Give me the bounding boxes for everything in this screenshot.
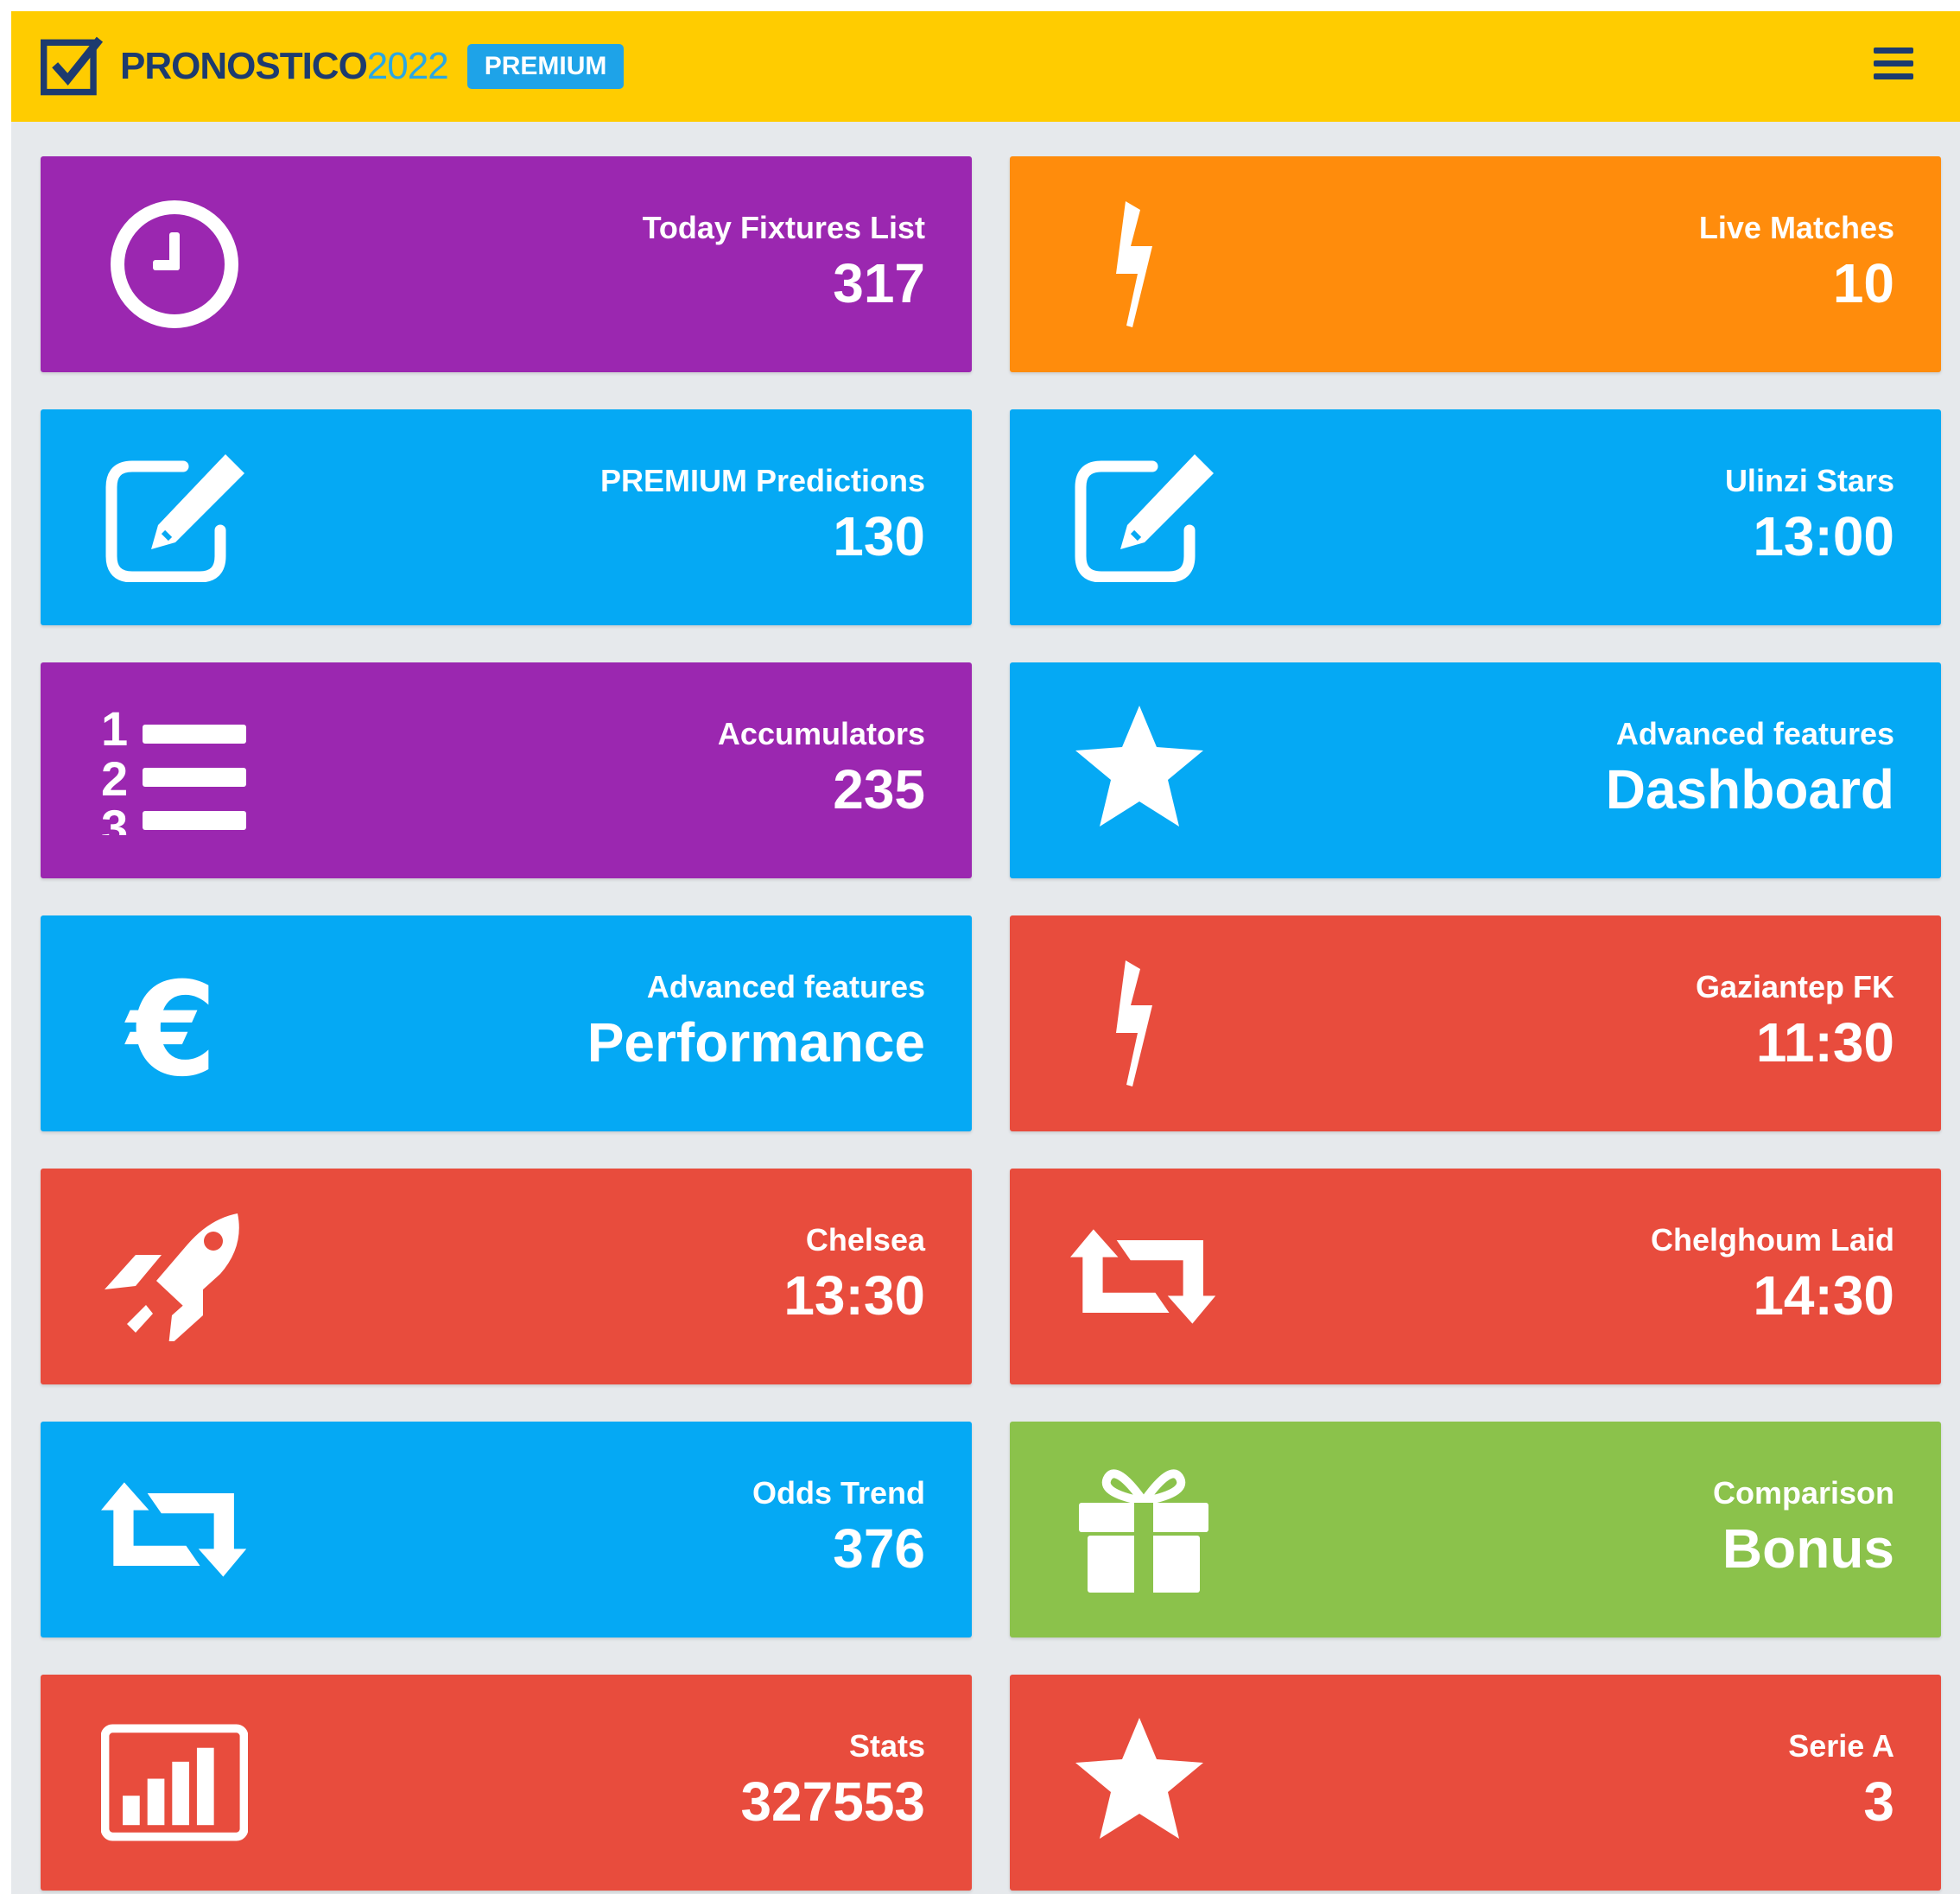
brand-year: 2022 xyxy=(366,45,449,87)
tile-value: Performance xyxy=(587,1011,925,1074)
tile-value: 376 xyxy=(833,1517,925,1580)
star-icon xyxy=(1070,706,1217,835)
tile-value: 317 xyxy=(833,252,925,314)
tile-label: Odds Trend xyxy=(752,1475,925,1511)
tile-value: 14:30 xyxy=(1753,1264,1894,1327)
app-window: PRONOSTICO 2022 PREMIUM Today Fixtures L… xyxy=(11,11,1960,1894)
tile-label: Chelsea xyxy=(805,1222,925,1257)
tile-value: Bonus xyxy=(1722,1517,1894,1580)
star-icon xyxy=(1070,1718,1217,1847)
tile-label: Stats xyxy=(848,1728,925,1764)
tile-dashboard[interactable]: Advanced features Dashboard xyxy=(1010,662,1941,878)
tile-premium-predictions[interactable]: PREMIUM Predictions 130 xyxy=(41,409,972,625)
tile-serie-a[interactable]: Serie A 3 xyxy=(1010,1675,1941,1891)
tile-value: 327553 xyxy=(740,1770,925,1833)
tile-label: Advanced features xyxy=(646,969,925,1004)
tile-value: 13:00 xyxy=(1753,505,1894,567)
tile-gaziantep-fk[interactable]: Gaziantep FK 11:30 xyxy=(1010,915,1941,1131)
rocket-icon xyxy=(101,1212,248,1341)
tile-value: 13:30 xyxy=(783,1264,925,1327)
euro-icon xyxy=(101,959,248,1088)
numbered-list-icon xyxy=(101,706,248,835)
tile-value: 130 xyxy=(833,505,925,567)
tile-live-matches[interactable]: Live Matches 10 xyxy=(1010,156,1941,372)
checkbox-logo-icon xyxy=(41,36,104,96)
hamburger-menu-icon[interactable] xyxy=(1874,48,1913,86)
edit-icon xyxy=(101,453,248,582)
tile-label: Live Matches xyxy=(1698,210,1894,245)
retweet-icon xyxy=(1070,1212,1217,1341)
tile-value: 10 xyxy=(1832,252,1894,314)
edit-icon xyxy=(1070,453,1217,582)
clock-icon xyxy=(101,200,248,329)
tile-stats[interactable]: Stats 327553 xyxy=(41,1675,972,1891)
premium-badge: PREMIUM xyxy=(466,44,625,89)
tile-label: PREMIUM Predictions xyxy=(599,463,925,498)
tile-label: Comparison xyxy=(1712,1475,1894,1511)
tile-odds-trend[interactable]: Odds Trend 376 xyxy=(41,1422,972,1637)
tile-chelghoum-laid[interactable]: Chelghoum Laid 14:30 xyxy=(1010,1169,1941,1384)
tile-today-fixtures[interactable]: Today Fixtures List 317 xyxy=(41,156,972,372)
tile-label: Advanced features xyxy=(1615,716,1894,751)
tile-label: Today Fixtures List xyxy=(642,210,925,245)
tile-label: Accumulators xyxy=(717,716,925,751)
tile-performance[interactable]: Advanced features Performance xyxy=(41,915,972,1131)
gift-icon xyxy=(1070,1465,1217,1594)
tile-comparison-bonus[interactable]: Comparison Bonus xyxy=(1010,1422,1941,1637)
tile-accumulators[interactable]: Accumulators 235 xyxy=(41,662,972,878)
tile-value: 3 xyxy=(1863,1770,1894,1833)
tile-label: Serie A xyxy=(1788,1728,1894,1764)
brand-name: PRONOSTICO xyxy=(120,45,368,87)
tile-label: Ulinzi Stars xyxy=(1724,463,1894,498)
tile-value: 235 xyxy=(833,758,925,820)
retweet-icon xyxy=(101,1465,248,1594)
bar-chart-icon xyxy=(101,1718,248,1847)
tile-value: Dashboard xyxy=(1605,758,1894,820)
tile-value: 11:30 xyxy=(1755,1011,1894,1074)
tile-ulinzi-stars[interactable]: Ulinzi Stars 13:00 xyxy=(1010,409,1941,625)
tile-label: Gaziantep FK xyxy=(1695,969,1894,1004)
tile-chelsea[interactable]: Chelsea 13:30 xyxy=(41,1169,972,1384)
tile-label: Chelghoum Laid xyxy=(1651,1222,1894,1257)
brand-logo-link[interactable]: PRONOSTICO 2022 PREMIUM xyxy=(41,32,625,101)
top-bar: PRONOSTICO 2022 PREMIUM xyxy=(11,11,1960,122)
bolt-icon xyxy=(1070,200,1217,329)
bolt-icon xyxy=(1070,959,1217,1088)
